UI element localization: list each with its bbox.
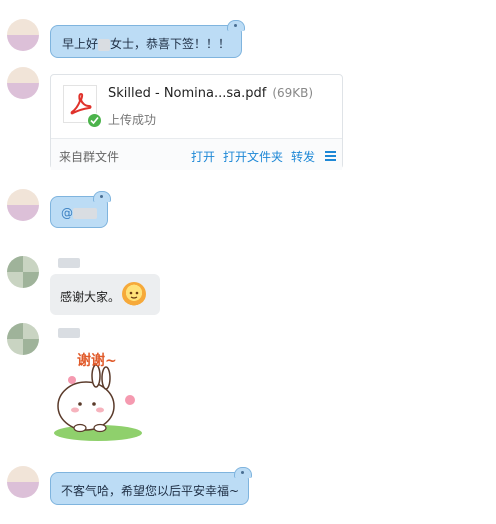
message-text: 不客气哈，希望您以后平安幸福~ <box>61 484 240 498</box>
avatar[interactable] <box>7 189 39 221</box>
check-icon <box>87 113 102 128</box>
message-text: 感谢大家。 <box>60 290 121 304</box>
redacted-name <box>98 38 111 51</box>
file-source-label: 来自群文件 <box>59 150 120 164</box>
bubble-ear-icon <box>234 467 252 478</box>
message-bubble[interactable]: 早上好 女士，恭喜下签！！！ <box>50 20 245 58</box>
sender-nickname <box>58 328 80 338</box>
file-card-footer: 来自群文件 打开 打开文件夹 转发 <box>51 138 342 170</box>
mention-text[interactable]: @ <box>61 206 73 220</box>
avatar[interactable] <box>7 67 39 99</box>
message-bubble[interactable]: 不客气哈，希望您以后平安幸福~ <box>50 467 252 505</box>
message-text: 早上好 <box>62 37 99 51</box>
sun-emoji <box>122 282 146 306</box>
file-size: (69KB) <box>272 86 314 100</box>
menu-icon[interactable] <box>325 151 336 161</box>
message-bubble[interactable]: 感谢大家。 <box>50 274 160 315</box>
bunny-sticker[interactable]: 谢谢~ <box>50 348 146 444</box>
bubble-ear-icon <box>227 20 245 31</box>
sticker-text: 谢谢~ <box>77 353 117 369</box>
message-bubble[interactable]: @ <box>50 191 111 228</box>
open-button[interactable]: 打开 <box>191 148 215 165</box>
open-folder-button[interactable]: 打开文件夹 <box>223 148 283 165</box>
avatar[interactable] <box>7 323 39 355</box>
avatar[interactable] <box>7 19 39 51</box>
file-name[interactable]: Skilled - Nomina...sa.pdf <box>108 86 266 101</box>
file-card[interactable]: Skilled - Nomina...sa.pdf (69KB) 上传成功 来自群… <box>50 74 343 170</box>
redacted-name <box>73 208 97 219</box>
avatar[interactable] <box>7 256 39 288</box>
avatar[interactable] <box>7 466 39 498</box>
sender-nickname <box>58 258 80 268</box>
bubble-ear-icon <box>93 191 111 202</box>
message-text: 女士，恭喜下签！！！ <box>110 37 231 51</box>
upload-status: 上传成功 <box>108 113 157 127</box>
forward-button[interactable]: 转发 <box>291 148 315 165</box>
